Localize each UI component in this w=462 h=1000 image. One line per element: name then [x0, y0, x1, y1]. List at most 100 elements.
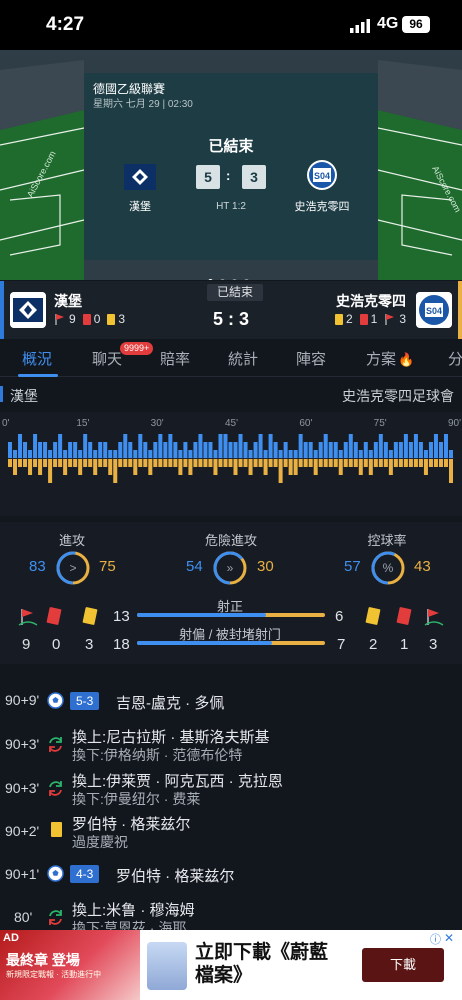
status-bar: 4:27 4G 96	[0, 0, 462, 50]
tab-lineup[interactable]: 陣容	[296, 348, 326, 369]
away-pressure-bar	[233, 459, 238, 475]
timeline-away-name: 史浩克零四足球會	[342, 388, 454, 404]
home-pressure-bar	[423, 450, 428, 458]
possession-away: 43	[414, 558, 431, 575]
away-pressure-bar	[48, 459, 53, 483]
away-pressure-bar	[343, 459, 348, 467]
away-pressure-bar	[433, 459, 438, 467]
away-pressure-bar	[168, 459, 173, 467]
home-pressure-bar	[23, 442, 28, 458]
home-pressure-bar	[253, 442, 258, 458]
active-tab-indicator	[18, 374, 58, 377]
attack-label: 進攻	[58, 533, 85, 548]
away-pressure-bar	[88, 459, 93, 467]
home-pressure-bar	[168, 434, 173, 458]
shots-off-home: 18	[113, 636, 130, 653]
carousel-dots[interactable]	[208, 271, 256, 280]
danger-home: 54	[186, 558, 203, 575]
home-team-logo	[124, 164, 156, 190]
home-pressure-bar	[8, 442, 13, 458]
ad-info-icon[interactable]: ⓘ	[430, 931, 441, 947]
danger-label: 危險進攻	[204, 533, 257, 548]
home-pressure-bar	[123, 434, 128, 458]
home-pressure-bar	[278, 450, 283, 458]
event-minute: 80'	[14, 909, 33, 925]
home-pressure-bar	[348, 434, 353, 458]
away-team-name-bar: 史浩克零四	[336, 293, 406, 309]
home-pressure-bar	[443, 434, 448, 458]
home-pressure-bar	[153, 442, 158, 458]
ad-download-button[interactable]: 下載	[362, 948, 444, 982]
ad-headline: 立即下載《蔚藍檔案》	[195, 942, 329, 986]
tab-overview[interactable]: 概況	[22, 348, 52, 369]
away-team-logo: S04	[307, 160, 337, 190]
home-pressure-bar	[318, 442, 323, 458]
home-pressure-bar	[208, 442, 213, 458]
away-team-logo-small: S04	[416, 292, 452, 328]
home-pressure-bar	[33, 434, 38, 458]
match-status: 已結束	[208, 138, 254, 155]
home-pressure-bar	[88, 442, 93, 458]
event-sub-in: 換上:尼古拉斯 · 基斯洛夫斯基	[72, 729, 270, 746]
home-pressure-bar	[398, 442, 403, 458]
ad-banner[interactable]: AD 最終章 登場 新規限定戰報 · 活動進行中 立即下載《蔚藍檔案》 下載 ⓘ…	[0, 930, 462, 1000]
home-pressure-bar	[173, 442, 178, 458]
tab-plans-label: 方案	[366, 351, 397, 368]
tab-chat[interactable]: 聊天	[92, 348, 122, 369]
momentum-timeline[interactable]: 0' 15' 30' 45' 60' 75' 90'	[0, 412, 462, 516]
home-pressure-bar	[223, 434, 228, 458]
away-pressure-bar	[118, 459, 123, 467]
away-pressure-bar	[383, 459, 388, 467]
home-team-name-bar: 漢堡	[54, 293, 82, 309]
tab-plans[interactable]: 方案 🔥	[366, 348, 414, 369]
home-pressure-bar	[233, 442, 238, 458]
away-yellow-cards: 2	[345, 312, 353, 326]
attack-away: 75	[99, 558, 116, 575]
signal-icon	[350, 19, 370, 33]
ad-game-title: 最終章 登場	[6, 952, 80, 968]
event-minute: 90+1'	[5, 866, 40, 882]
tab-odds[interactable]: 賠率	[160, 348, 190, 369]
home-pressure-bar	[93, 450, 98, 458]
home-pressure-bar	[428, 442, 433, 458]
home-pressure-bar	[328, 442, 333, 458]
away-pressure-bar	[33, 459, 38, 467]
away-pressure-bar	[23, 459, 28, 467]
home-pressure-bar	[203, 442, 208, 458]
away-pressure-bar	[248, 459, 253, 475]
home-pressure-bar	[118, 442, 123, 458]
away-pressure-bar	[8, 459, 13, 467]
away-pressure-bar	[63, 459, 68, 475]
ad-close-icon[interactable]: ✕	[444, 931, 454, 945]
home-pressure-bar	[183, 442, 188, 458]
match-hero[interactable]: AiScore.com AiScore.com 德國乙級聯賽 星期六 七月 29…	[0, 50, 462, 280]
away-pressure-bar	[208, 459, 213, 467]
home-pressure-bar	[303, 442, 308, 458]
home-pressure-bar	[78, 450, 83, 458]
danger-ring: »	[213, 551, 247, 585]
tab-more[interactable]: 分	[448, 348, 462, 369]
home-pressure-bar	[418, 442, 423, 458]
svg-text:S04: S04	[426, 306, 442, 316]
match-events-list[interactable]: 90+9' 5-3 吉恩-盧克 · 多佩 90+3' 換上:尼古拉斯 · 基斯洛…	[0, 672, 462, 930]
home-pressure-bar	[408, 442, 413, 458]
match-card[interactable]: 德國乙級聯賽 星期六 七月 29 | 02:30 已結束 漢堡 5 : 3 S0…	[84, 73, 378, 260]
away-pressure-bar	[258, 459, 263, 467]
away-pressure-bar	[423, 459, 428, 475]
tab-stats[interactable]: 統計	[228, 348, 258, 369]
home-pressure-bar	[48, 450, 53, 458]
away-pressure-bar	[108, 459, 113, 475]
substitution-icon	[49, 910, 62, 925]
fire-icon: 🔥	[398, 352, 415, 367]
away-red-stat: 1	[400, 636, 409, 653]
home-pressure-bar	[353, 442, 358, 458]
attack-home: 83	[29, 558, 46, 575]
home-pressure-bar	[393, 442, 398, 458]
home-pressure-bar	[293, 450, 298, 458]
home-pressure-bar	[38, 442, 43, 458]
away-pressure-bar	[283, 459, 288, 467]
timeline-minute-label: 30'	[151, 418, 164, 429]
away-pressure-bar	[418, 459, 423, 467]
score-bar: 漢堡 9 0 3 已結束 5 : 3 史浩克零四 2 1 3 S04	[0, 281, 462, 339]
shots-off-away: 7	[337, 636, 346, 653]
